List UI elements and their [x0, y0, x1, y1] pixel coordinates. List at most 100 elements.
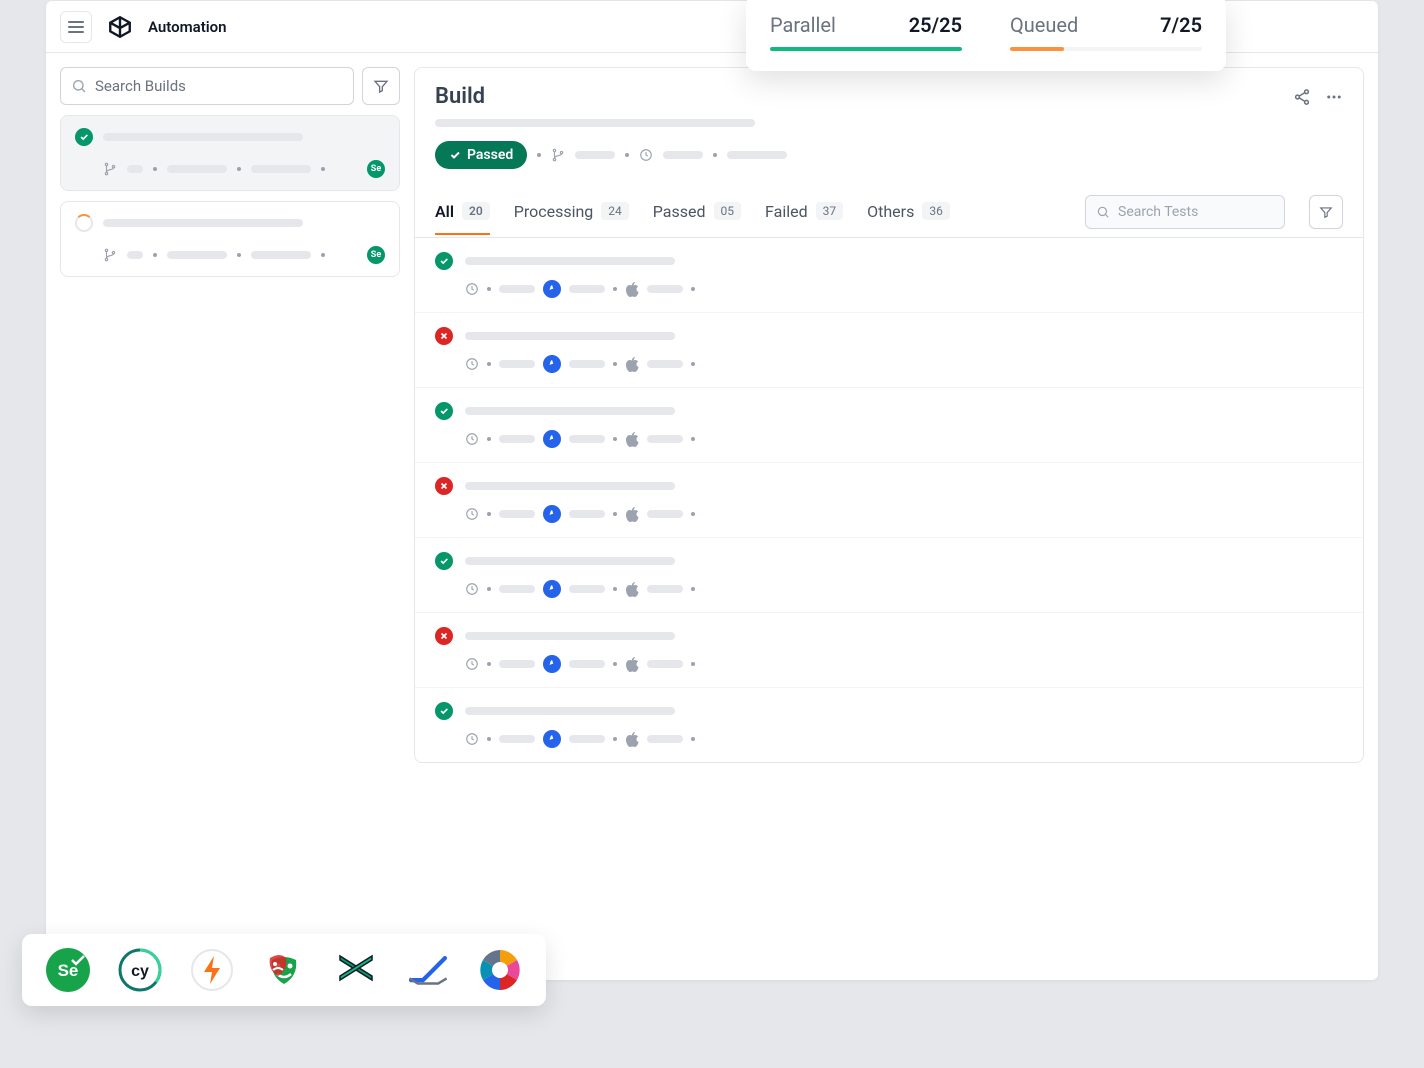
build-detail-panel: Build: [414, 67, 1364, 763]
tab-all[interactable]: All 20: [435, 190, 490, 235]
builds-sidebar: Search Builds: [60, 67, 400, 763]
filter-builds-button[interactable]: [362, 67, 400, 105]
build-name-placeholder: [103, 133, 303, 141]
selenium-icon[interactable]: Se: [46, 948, 90, 992]
status-passed-icon: [435, 252, 453, 270]
check-icon: [449, 149, 461, 161]
safari-icon: [543, 355, 561, 373]
branch-icon: [103, 248, 117, 262]
clock-icon: [465, 432, 479, 446]
status-running-icon: [75, 214, 93, 232]
framework-dock: Se cy: [22, 934, 546, 1006]
status-passed-icon: [435, 552, 453, 570]
build-subtitle-placeholder: [435, 119, 755, 127]
status-passed-icon: [75, 128, 93, 146]
share-icon: [1293, 88, 1311, 106]
queued-value: 7/25: [1160, 13, 1202, 37]
clock-icon: [465, 507, 479, 521]
test-name-placeholder: [465, 407, 675, 415]
apple-icon: [625, 506, 639, 522]
parallel-bar: [770, 47, 962, 51]
safari-icon: [543, 430, 561, 448]
filter-tests-button[interactable]: [1309, 195, 1343, 229]
product-logo-icon: [106, 13, 134, 41]
parallel-value: 25/25: [909, 13, 962, 37]
test-name-placeholder: [465, 482, 675, 490]
share-button[interactable]: [1293, 88, 1311, 106]
test-row[interactable]: [415, 238, 1363, 313]
clock-icon: [465, 657, 479, 671]
clock-icon: [465, 282, 479, 296]
apple-icon: [625, 281, 639, 297]
status-failed-icon: [435, 627, 453, 645]
menu-button[interactable]: [60, 11, 92, 43]
build-title: Build: [435, 84, 485, 109]
clock-icon: [465, 732, 479, 746]
tab-processing[interactable]: Processing 24: [514, 190, 629, 235]
safari-icon: [543, 280, 561, 298]
branch-icon: [103, 162, 117, 176]
search-builds-input[interactable]: Search Builds: [60, 67, 354, 105]
tab-passed[interactable]: Passed 05: [653, 190, 741, 235]
selenium-badge: Se: [367, 246, 385, 264]
more-button[interactable]: [1325, 88, 1343, 106]
test-row[interactable]: [415, 463, 1363, 538]
safari-icon: [543, 505, 561, 523]
more-horizontal-icon: [1325, 88, 1343, 106]
apple-icon: [625, 656, 639, 672]
usage-stats-popover: Parallel 25/25 Queued 7/25: [746, 0, 1226, 71]
status-passed-icon: [435, 702, 453, 720]
search-tests-input[interactable]: Search Tests: [1085, 195, 1285, 229]
tab-others[interactable]: Others 36: [867, 190, 950, 235]
build-card[interactable]: Se: [60, 201, 400, 277]
playwright-mask-icon[interactable]: [262, 948, 306, 992]
clock-icon: [639, 148, 653, 162]
selenium-badge: Se: [367, 160, 385, 178]
tab-failed[interactable]: Failed 37: [765, 190, 843, 235]
build-name-placeholder: [103, 219, 303, 227]
clock-icon: [465, 357, 479, 371]
test-row[interactable]: [415, 388, 1363, 463]
status-failed-icon: [435, 477, 453, 495]
search-icon: [71, 78, 87, 94]
test-row[interactable]: [415, 538, 1363, 613]
branch-icon: [551, 148, 565, 162]
test-tabs: All 20 Processing 24 Passed 05 Failed 37: [415, 187, 1363, 238]
filter-icon: [373, 78, 389, 94]
queued-label: Queued: [1010, 13, 1078, 37]
safari-icon: [543, 730, 561, 748]
search-builds-placeholder: Search Builds: [95, 77, 186, 95]
safari-icon: [543, 655, 561, 673]
parallel-stat: Parallel 25/25: [770, 13, 962, 51]
status-passed-icon: [435, 402, 453, 420]
search-icon: [1096, 205, 1110, 219]
test-name-placeholder: [465, 632, 675, 640]
svg-text:cy: cy: [131, 963, 149, 980]
clock-icon: [465, 582, 479, 596]
queued-bar: [1010, 47, 1064, 51]
build-status-badge: Passed: [435, 141, 527, 169]
check-tray-icon[interactable]: [406, 948, 450, 992]
test-name-placeholder: [465, 257, 675, 265]
hamburger-icon: [68, 21, 84, 33]
test-name-placeholder: [465, 707, 675, 715]
test-row[interactable]: [415, 613, 1363, 688]
cypress-icon[interactable]: cy: [118, 948, 162, 992]
build-card[interactable]: Se: [60, 115, 400, 191]
safari-icon: [543, 580, 561, 598]
filter-icon: [1319, 205, 1333, 219]
test-name-placeholder: [465, 557, 675, 565]
apple-icon: [625, 356, 639, 372]
color-wheel-icon[interactable]: [478, 948, 522, 992]
status-failed-icon: [435, 327, 453, 345]
product-name: Automation: [148, 18, 227, 36]
apple-icon: [625, 581, 639, 597]
test-row[interactable]: [415, 313, 1363, 388]
apple-icon: [625, 431, 639, 447]
test-name-placeholder: [465, 332, 675, 340]
cross-icon[interactable]: [334, 948, 378, 992]
test-row[interactable]: [415, 688, 1363, 762]
queued-stat: Queued 7/25: [1010, 13, 1202, 51]
apple-icon: [625, 731, 639, 747]
bolt-icon[interactable]: [190, 948, 234, 992]
